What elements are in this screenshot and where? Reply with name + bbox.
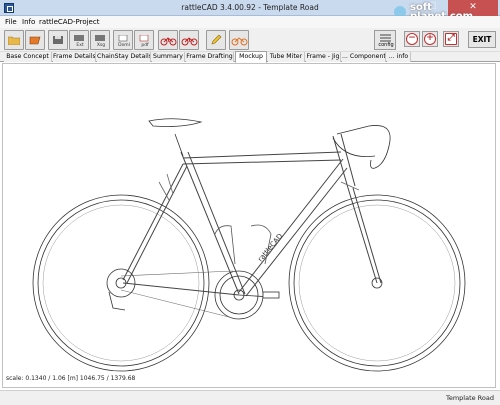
toolbar: Ext Xsg Dxml pdf config − + ⤢ EXIT [0, 28, 500, 52]
save-icon [53, 36, 63, 44]
bicycle-icon [181, 37, 198, 46]
tab-mockup[interactable]: Mockup [235, 51, 267, 63]
pencil-button[interactable] [206, 30, 226, 50]
tab-chainstay-details[interactable]: ChainStay Details [97, 52, 151, 62]
tab-info[interactable]: ... info [387, 52, 411, 62]
tab-frame-jig[interactable]: Frame - Jig [306, 52, 341, 62]
zoom-out-icon: − [406, 33, 418, 45]
config-label: config [378, 42, 394, 48]
export-ext-button[interactable]: Ext [69, 30, 89, 50]
handlebar [332, 125, 391, 169]
bicycle-mockup-drawing: rattleCAD [32, 118, 466, 372]
export-dxml-label: Dxml [118, 43, 130, 48]
menu-bar: File Info rattleCAD-Project [0, 16, 500, 28]
frame [122, 133, 382, 297]
bicycle-icon [160, 37, 177, 46]
fit-view-icon: ⤢ [445, 33, 457, 45]
exit-button[interactable]: EXIT [468, 31, 496, 48]
drawing-canvas[interactable]: rattleCAD [2, 63, 496, 388]
template-button[interactable] [25, 30, 45, 50]
export-pdf-label: pdf [141, 43, 149, 48]
tab-frame-details[interactable]: Frame Details [53, 52, 96, 62]
zoom-out-button[interactable]: − [404, 31, 420, 47]
menu-info[interactable]: Info [22, 18, 35, 26]
open-folder-button[interactable] [4, 30, 24, 50]
status-text: Template Road [445, 394, 494, 402]
tab-tube-miter[interactable]: Tube Miter [268, 52, 305, 62]
chain [120, 270, 234, 319]
status-bar: Template Road [0, 390, 500, 405]
export-xsg-button[interactable]: Xsg [90, 30, 110, 50]
export-xsg-label: Xsg [96, 43, 106, 48]
zoom-in-button[interactable]: + [422, 31, 438, 47]
fit-view-button[interactable]: ⤢ [443, 31, 459, 47]
tab-components[interactable]: ... Components [342, 52, 386, 62]
export-ext-label: Ext [76, 43, 84, 48]
tab-summary[interactable]: Summary [152, 52, 185, 62]
tab-frame-drafting[interactable]: Frame Drafting [186, 52, 234, 62]
pencil-icon [211, 35, 222, 45]
export-dxml-button[interactable]: Dxml [113, 30, 133, 50]
front-brake [340, 181, 360, 191]
sliders-icon [380, 34, 391, 42]
tab-bar: Base Concept Frame Details ChainStay Det… [0, 51, 500, 63]
tab-base-concept[interactable]: Base Concept [4, 52, 52, 62]
config-button[interactable]: config [374, 30, 396, 50]
bike-orange-button[interactable] [229, 30, 249, 50]
save-button[interactable] [48, 30, 68, 50]
bike-red-2-button[interactable] [179, 30, 199, 50]
menu-project[interactable]: rattleCAD-Project [39, 18, 99, 26]
template-icon [29, 36, 41, 45]
bike-red-button[interactable] [158, 30, 178, 50]
menu-file[interactable]: File [5, 18, 17, 26]
bicycle-icon [231, 37, 248, 46]
scale-readout: scale: 0.1340 / 1.06 [m] 1046.75 / 1379.… [6, 375, 136, 382]
export-pdf-button[interactable]: pdf [134, 30, 154, 50]
rear-wheel [32, 194, 210, 372]
folder-icon [8, 36, 20, 45]
zoom-in-icon: + [424, 33, 436, 45]
saddle [148, 118, 203, 157]
